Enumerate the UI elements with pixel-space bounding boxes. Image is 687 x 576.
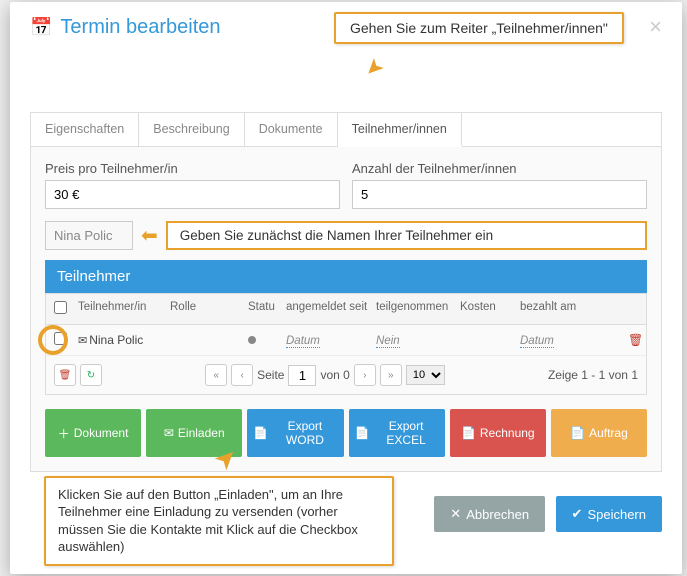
file-icon: 📄 [253, 426, 268, 440]
modal-body: Eigenschaften Beschreibung Dokumente Tei… [10, 112, 682, 484]
page-total: von 0 [320, 368, 349, 382]
page-label: Seite [257, 368, 284, 382]
col-status[interactable]: Statu [244, 294, 282, 324]
save-button[interactable]: ✔Speichern [556, 496, 662, 532]
page-next-button[interactable]: › [354, 364, 376, 386]
dokument-button[interactable]: ＋Dokument [45, 409, 141, 457]
price-input[interactable] [45, 180, 340, 209]
page-info: Zeige 1 - 1 von 1 [548, 368, 638, 382]
select-all-checkbox[interactable] [54, 301, 67, 314]
arrow-icon: ➤ [359, 52, 390, 83]
col-role[interactable]: Rolle [166, 294, 244, 324]
tab-nav: Eigenschaften Beschreibung Dokumente Tei… [31, 113, 661, 147]
tab-beschreibung[interactable]: Beschreibung [139, 113, 244, 146]
highlight-circle [38, 325, 68, 355]
panel-title: Teilnehmer [45, 260, 647, 293]
cell-angem[interactable]: Datum [286, 335, 320, 348]
tab-container: Eigenschaften Beschreibung Dokumente Tei… [30, 112, 662, 472]
col-angem[interactable]: angemeldet seit [282, 294, 372, 324]
tab-dokumente[interactable]: Dokumente [245, 113, 338, 146]
page-last-button[interactable]: » [380, 364, 402, 386]
count-label: Anzahl der Teilnehmer/innen [352, 161, 647, 176]
tab-eigenschaften[interactable]: Eigenschaften [31, 113, 139, 146]
participant-name-input[interactable] [45, 221, 133, 250]
page-input[interactable] [288, 365, 316, 386]
file-icon: 📄 [355, 426, 370, 440]
cell-name: Nina Polic [89, 333, 143, 347]
price-label: Preis pro Teilnehmer/in [45, 161, 340, 176]
cancel-button[interactable]: ✕Abbrechen [434, 496, 545, 532]
arrow-icon: ⬅ [141, 223, 158, 248]
tab-teilnehmer[interactable]: Teilnehmer/innen [338, 113, 462, 147]
cell-bezahlt[interactable]: Datum [520, 335, 554, 348]
callout-einladen: Klicken Sie auf den Button „Einladen", u… [44, 476, 394, 566]
grid-header: Teilnehmer/in Rolle Statu angemeldet sei… [46, 294, 646, 325]
calendar-icon: 📅 [30, 17, 52, 38]
col-bezahlt[interactable]: bezahlt am [516, 294, 624, 324]
plus-icon: ＋ [58, 425, 70, 442]
trash-icon[interactable]: 🗑 [54, 364, 76, 386]
count-input[interactable] [352, 180, 647, 209]
callout-name: Geben Sie zunächst die Namen Ihrer Teiln… [166, 221, 647, 250]
edit-appointment-modal: Gehen Sie zum Reiter „Teilnehmer/innen" … [10, 2, 682, 574]
col-kosten[interactable]: Kosten [456, 294, 516, 324]
close-icon[interactable]: × [649, 14, 662, 40]
envelope-icon [78, 333, 89, 347]
refresh-icon[interactable]: ↻ [80, 364, 102, 386]
auftrag-button[interactable]: 📄Auftrag [551, 409, 647, 457]
action-buttons: ＋Dokument ✉Einladen 📄Export WORD 📄Export… [45, 409, 647, 457]
export-excel-button[interactable]: 📄Export EXCEL [349, 409, 445, 457]
page-size-select[interactable]: 10 [406, 365, 445, 385]
page-first-button[interactable]: « [205, 364, 227, 386]
check-icon: ✔ [572, 506, 583, 522]
page-prev-button[interactable]: ‹ [231, 364, 253, 386]
tab-content: Preis pro Teilnehmer/in Anzahl der Teiln… [31, 147, 661, 471]
rechnung-button[interactable]: 📄Rechnung [450, 409, 546, 457]
export-word-button[interactable]: 📄Export WORD [247, 409, 343, 457]
cell-teilg[interactable]: Nein [376, 335, 400, 348]
envelope-icon: ✉ [164, 426, 174, 440]
callout-tabs: Gehen Sie zum Reiter „Teilnehmer/innen" [334, 12, 624, 44]
trash-icon[interactable]: 🗑 [624, 326, 646, 354]
close-icon: ✕ [450, 506, 461, 522]
participants-grid: Teilnehmer/in Rolle Statu angemeldet sei… [45, 293, 647, 395]
file-icon: 📄 [461, 426, 476, 440]
table-row[interactable]: Nina Polic Datum Nein Datum 🗑 [46, 325, 646, 356]
col-name[interactable]: Teilnehmer/in [74, 294, 166, 324]
status-dot-icon [248, 336, 256, 344]
pager: 🗑 ↻ « ‹ Seite von 0 › » 10 Zeige 1 - 1 v… [46, 356, 646, 394]
col-teilg[interactable]: teilgenommen [372, 294, 456, 324]
file-icon: 📄 [570, 426, 585, 440]
